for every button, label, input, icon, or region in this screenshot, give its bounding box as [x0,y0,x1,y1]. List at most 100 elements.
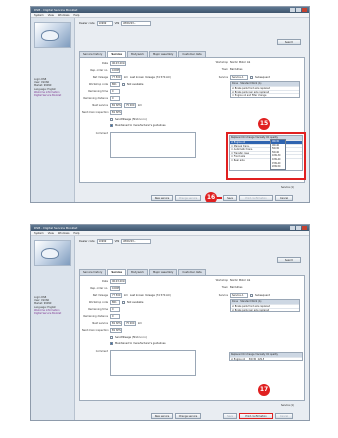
comment-textarea[interactable] [110,350,196,376]
dsb-link[interactable]: Digital Service Booklet [34,94,71,97]
next-distance-field[interactable]: 75 000 [124,103,136,108]
maximize-icon[interactable] [296,8,301,12]
minimize-icon[interactable] [290,226,295,230]
next-distance-field[interactable]: 75 000 [124,321,136,326]
service-type-label: Service [218,76,228,79]
next-main-field[interactable]: B1 SHS [110,328,122,333]
next-main-field[interactable]: B1 SHS [110,110,122,115]
maintained-checkbox[interactable] [110,342,113,345]
service-type-select[interactable]: Service A [230,75,248,80]
maintained-checkbox[interactable] [110,124,113,127]
cancel-button[interactable]: Cancel [275,195,293,201]
save-button[interactable]: Save [223,413,237,419]
dropdown-option[interactable]: 20W-50 [271,165,285,169]
col-viscosity: Viscosity [255,353,266,356]
menu-windows[interactable]: Windows [58,231,70,235]
print-confirmation-button[interactable]: Print confirmation [239,195,273,201]
col-oil-change: Oil change [242,136,255,139]
search-button[interactable]: Search [277,39,301,45]
new-service-button[interactable]: New service [151,195,173,201]
cancel-button[interactable]: Cancel [275,413,293,419]
comment-textarea[interactable] [110,132,196,158]
paging-label: Service (1) [281,404,294,407]
viscosity-dropdown[interactable]: 0W-30 0W-40 5W-30 5W-40 10W-30 10W-40 15… [270,139,286,170]
sidebar: Login DSB User: CSUSR Market: 99999 Lang… [31,236,75,420]
oil-name: Engine oil [233,141,246,144]
dealer-code-field[interactable]: 10999 [96,21,113,26]
menu-system[interactable]: System [34,231,44,235]
service-type-label: Service [218,294,228,297]
mileage-unit: km [124,76,128,79]
subsequent-checkbox[interactable] [250,76,253,79]
search-button[interactable]: Search [277,257,301,263]
menu-view[interactable]: View [48,13,54,17]
servimileage-checkbox[interactable] [110,118,113,121]
last-known-mileage: Last known mileage (74 574 km) [129,294,172,297]
next-distance-unit: km [138,104,142,107]
town-row: Town Bardufoss [202,68,243,71]
workshop-code-field[interactable]: B01 [110,82,120,87]
col-standard-work: Standard Work (A) [240,300,262,303]
next-service-row: Next service B1 SHS 75 000 km [82,321,142,326]
remaining-time-field[interactable]: 0 [110,307,120,312]
not-available-checkbox[interactable] [122,83,125,86]
subsequent-checkbox[interactable] [250,294,253,297]
comment-row: Comment [82,350,108,353]
paging-control[interactable]: Service (1) [281,404,294,407]
date-field[interactable]: 06.03.2014 [110,61,126,66]
remaining-distance-field[interactable]: 0 [110,96,120,101]
dsb-link[interactable]: Digital Service Booklet [34,312,71,315]
vin-field[interactable]: WDD203... [121,239,152,244]
service-panel: Date 06.03.2014 Rep. order no. 1000F Net m… [79,275,305,401]
remaining-distance-field[interactable]: 0 [110,314,120,319]
menu-windows[interactable]: Windows [58,13,70,17]
repair-order-field[interactable]: 1000F [110,68,120,73]
close-icon[interactable] [302,226,307,230]
minimize-icon[interactable] [290,8,295,12]
change-service-button[interactable]: Change service [175,195,201,201]
date-field[interactable]: 06.03.2014 [110,279,126,284]
work-text: Brake pads front axle replaced [234,87,271,90]
maximize-icon[interactable] [296,226,301,230]
close-icon[interactable] [302,8,307,12]
vin-field[interactable]: WDD203... [121,21,152,26]
change-service-button[interactable]: Change service [175,413,201,419]
new-service-button[interactable]: New service [151,413,173,419]
next-distance-unit: km [138,322,142,325]
oil-row[interactable]: ☑ Engine oil 5W-30 229.5 [230,357,302,361]
workshop-code-field[interactable]: B01 [110,300,120,305]
remaining-time-field[interactable]: 0 [110,89,120,94]
mileage-field[interactable]: 77 500 [110,293,122,298]
work-row[interactable]: ☐ Engine oil and filter change [231,93,299,97]
oil-viscosity: 5W-30 [248,358,257,361]
work-row[interactable]: ☑ Brake pads rear axle replaced [231,307,299,312]
not-available-checkbox[interactable] [122,301,125,304]
dealer-code-field[interactable]: 10999 [96,239,113,244]
menu-view[interactable]: View [48,231,54,235]
menu-system[interactable]: System [34,13,44,17]
logo-image [34,22,71,48]
servimileage-checkbox[interactable] [110,336,113,339]
mileage-unit: km [124,294,128,297]
oil-table: Replaced Oil change Viscosity Oil qualit… [229,352,303,361]
oil-row[interactable]: ☐ Rear axle [230,157,302,162]
next-main-row: Next main inspection B1 SHS [82,110,122,115]
menu-help[interactable]: Help [73,13,79,17]
service-type-select[interactable]: Service A [230,293,248,298]
save-button[interactable]: Save [223,195,237,201]
workshop-code-label: Workshop code [88,83,108,86]
repair-order-field[interactable]: 1000F [110,286,120,291]
date-row: Date 06.03.2014 [82,279,126,284]
print-confirmation-button[interactable]: Print confirmation [239,413,273,419]
paging-control[interactable]: Service (1) [281,186,294,189]
mileage-field[interactable]: 77 500 [110,75,122,80]
next-service-label: Next service [92,322,108,325]
menu-help[interactable]: Help [73,231,79,235]
window-titlebar: DSB - Digital Service Booklet [31,7,309,13]
check2-row: Maintained to manufacturer's guidelines [110,342,166,345]
next-service-field[interactable]: B1 SHS [110,321,122,326]
check2-row: Maintained to manufacturer's guidelines [110,124,166,127]
town-label: Town [221,68,228,71]
next-service-field[interactable]: B1 SHS [110,103,122,108]
work-text: Brake pads rear axle replaced [234,308,270,312]
